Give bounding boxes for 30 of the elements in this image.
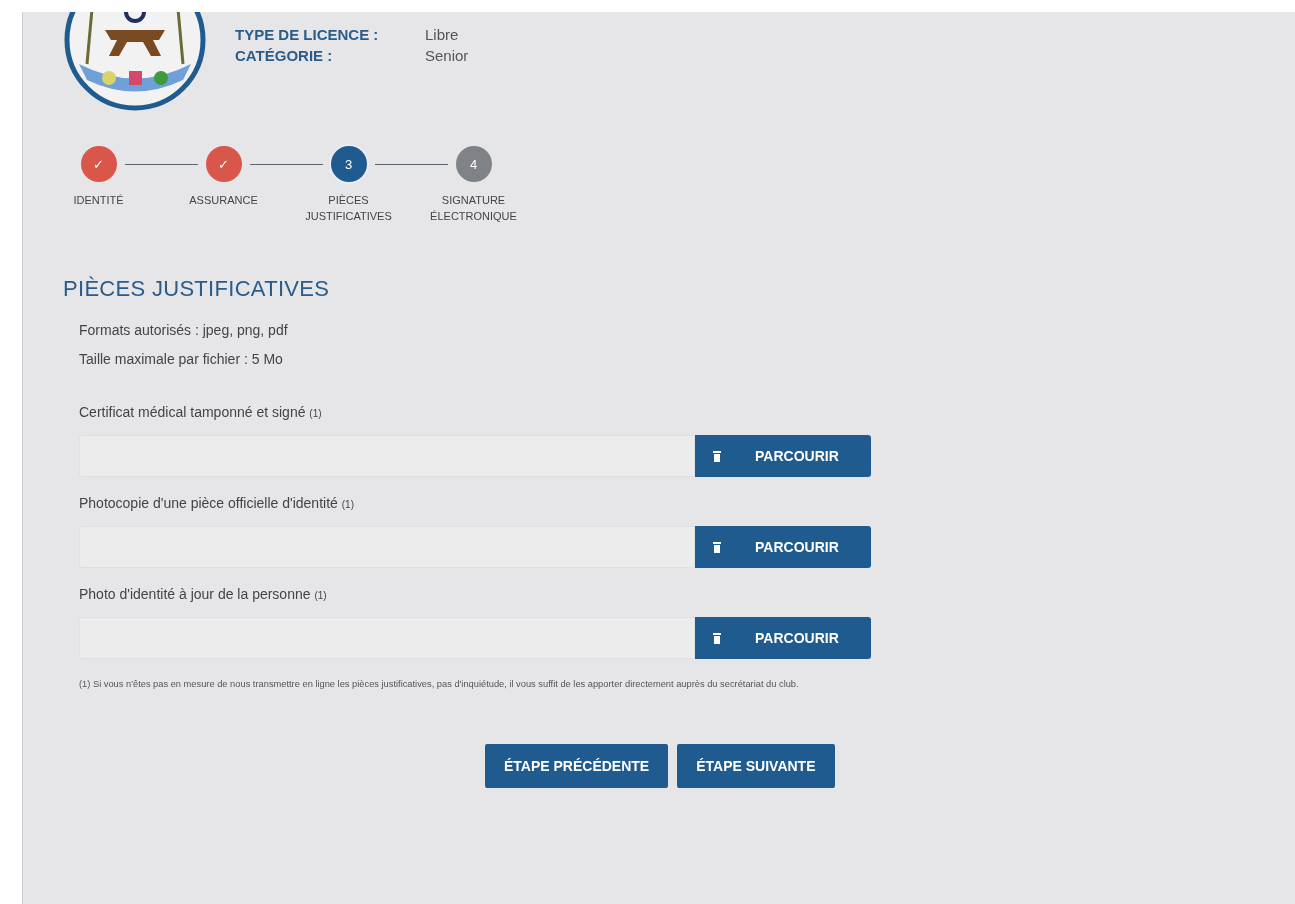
field-label: TYPE DE LICENCE : bbox=[235, 26, 380, 43]
previous-step-button[interactable]: ÉTAPE PRÉCÉDENTE bbox=[485, 744, 669, 788]
section-title: PIÈCES JUSTIFICATIVES bbox=[63, 276, 331, 302]
upload-label: Certificat médical tamponné et signé (1) bbox=[79, 404, 323, 420]
trash-icon bbox=[713, 450, 721, 462]
step-circle: 4 bbox=[455, 146, 492, 182]
step-circle: ✓ bbox=[80, 146, 117, 182]
file-input-field[interactable] bbox=[79, 435, 695, 477]
footnote-text: (1) Si vous n'êtes pas en mesure de nous transmettre en ligne les pièces justificatives, pas d'inquiétude, il vous suffit de les apporter directement auprès du secrétariat du club. bbox=[79, 679, 800, 689]
info-text: Taille maximale par fichier : 5 Mo bbox=[79, 351, 284, 367]
field-value: Senior bbox=[425, 47, 469, 64]
step-label: IDENTITÉ bbox=[72, 193, 125, 208]
next-step-button[interactable]: ÉTAPE SUIVANTE bbox=[677, 744, 835, 788]
upload-label: Photo d'identité à jour de la personne (1) bbox=[79, 586, 328, 602]
trash-icon bbox=[713, 541, 721, 553]
step-label: PIÈCES JUSTIFICATIVES bbox=[304, 193, 393, 224]
info-text: Formats autorisés : jpeg, png, pdf bbox=[79, 322, 289, 338]
browse-button[interactable]: PARCOURIR bbox=[695, 617, 871, 659]
field-label: CATÉGORIE : bbox=[235, 47, 334, 64]
upload-label: Photocopie d'une pièce officielle d'identité (1) bbox=[79, 495, 355, 511]
step-circle: ✓ bbox=[205, 146, 242, 182]
file-input-field[interactable] bbox=[79, 526, 695, 568]
step-label: SIGNATURE ÉLECTRONIQUE bbox=[429, 193, 518, 224]
step-circle: 3 bbox=[330, 146, 367, 182]
file-input-field[interactable] bbox=[79, 617, 695, 659]
trash-icon bbox=[713, 632, 721, 644]
browse-button[interactable]: PARCOURIR bbox=[695, 435, 871, 477]
field-value: Libre bbox=[425, 26, 460, 43]
browse-button[interactable]: PARCOURIR bbox=[695, 526, 871, 568]
step-label: ASSURANCE bbox=[188, 193, 259, 208]
